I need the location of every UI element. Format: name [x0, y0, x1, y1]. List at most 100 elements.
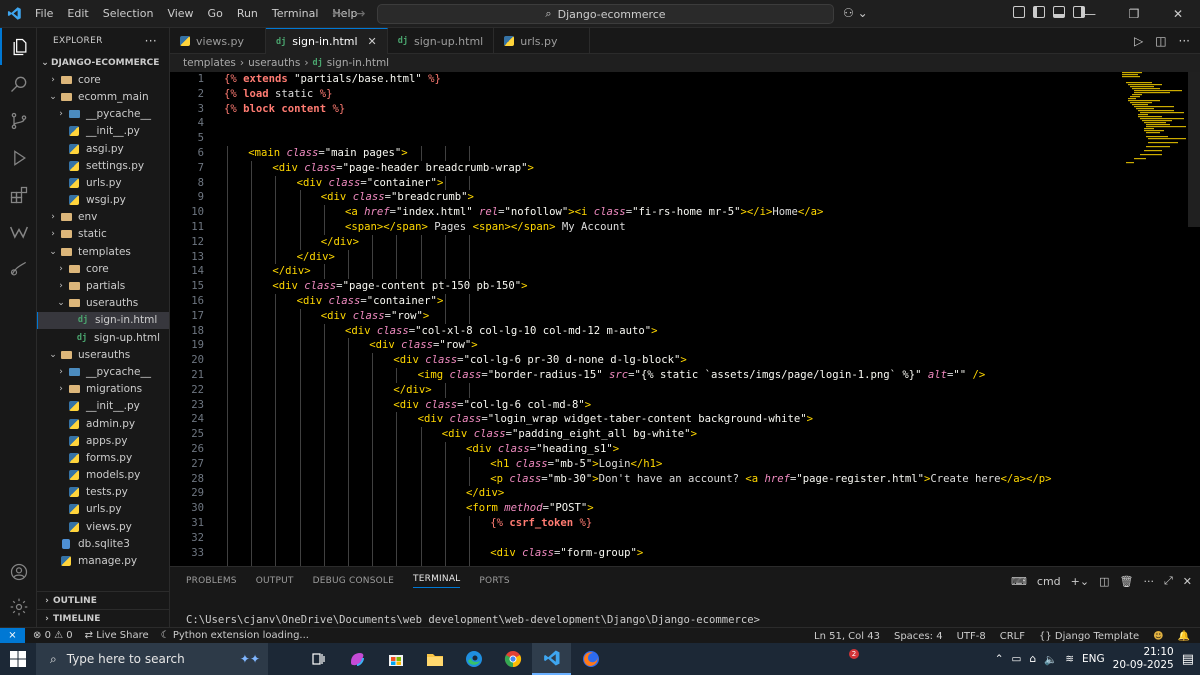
close-tab-icon[interactable]: ✕	[368, 35, 377, 48]
wifi-icon[interactable]: ≋	[1065, 653, 1074, 665]
back-arrow-icon[interactable]: ←	[332, 6, 344, 22]
restore-icon[interactable]: ❐	[1112, 0, 1156, 28]
code-line[interactable]: 18 <div class="col-xl-8 col-lg-10 col-md-…	[170, 323, 1110, 339]
code-line[interactable]: 30 <form method="POST">	[170, 501, 1110, 516]
tree-item[interactable]: › migrations	[37, 381, 169, 398]
editor-scrollbar[interactable]	[1188, 72, 1200, 227]
firefox-icon[interactable]	[571, 643, 610, 675]
customize-layout-icon[interactable]	[1013, 6, 1025, 18]
line-ending[interactable]: CRLF	[1000, 631, 1025, 642]
code-line[interactable]: 5	[170, 131, 1110, 146]
tree-item[interactable]: › __pycache__	[37, 106, 169, 123]
more-editor-actions-icon[interactable]: ···	[1179, 34, 1190, 48]
code-line[interactable]: 12 </div>	[170, 234, 1110, 250]
code-line[interactable]: 26 <div class="heading_s1">	[170, 442, 1110, 457]
toggle-panel-icon[interactable]	[1053, 6, 1065, 18]
panel-tab-output[interactable]: OUTPUT	[256, 576, 294, 586]
code-line[interactable]: 33 <div class="form-group">	[170, 545, 1110, 561]
encoding[interactable]: UTF-8	[957, 631, 986, 642]
file-explorer-icon[interactable]	[415, 643, 454, 675]
show-hidden-icons-icon[interactable]: ⌃	[995, 653, 1004, 665]
split-editor-icon[interactable]: ◫	[1155, 34, 1166, 48]
tree-item[interactable]: › core	[37, 260, 169, 277]
clock[interactable]: 21:10 20-09-2025	[1113, 646, 1174, 672]
copilot-icon[interactable]: ⚇ ⌄	[843, 6, 868, 20]
toggle-sidebar-icon[interactable]	[1033, 6, 1045, 18]
tree-item[interactable]: views.py	[37, 518, 169, 535]
taskbar-search-box[interactable]: ⌕ Type here to search ✦✦	[36, 643, 268, 675]
code-line[interactable]: 19 <div class="row">	[170, 338, 1110, 354]
tree-item[interactable]: models.py	[37, 467, 169, 484]
account-icon[interactable]	[0, 553, 37, 590]
network-icon[interactable]: ⌂	[1029, 653, 1036, 665]
tab-sign-in-html[interactable]: dj sign-in.html ✕	[266, 28, 388, 54]
more-panel-actions-icon[interactable]: ···	[1143, 575, 1154, 588]
menu-item-view[interactable]: View	[160, 0, 200, 28]
tree-item[interactable]: settings.py	[37, 157, 169, 174]
code-line[interactable]: 20 <div class="col-lg-6 pr-30 d-none d-lg…	[170, 353, 1110, 368]
code-line[interactable]: 32	[170, 531, 1110, 546]
settings-gear-icon[interactable]	[0, 588, 37, 625]
tree-item[interactable]: manage.py	[37, 552, 169, 569]
search-sidebar-icon[interactable]	[0, 65, 37, 102]
tree-item[interactable]: db.sqlite3	[37, 535, 169, 552]
code-line[interactable]: 15 <div class="page-content pt-150 pb-150…	[170, 279, 1110, 294]
tree-item[interactable]: ⌄ ecomm_main	[37, 88, 169, 105]
close-panel-icon[interactable]: ✕	[1183, 575, 1192, 588]
copilot-app-icon[interactable]	[337, 643, 376, 675]
tab-views-py[interactable]: views.py	[170, 28, 266, 54]
code-line[interactable]: 29 </div>	[170, 486, 1110, 502]
panel-tab-terminal[interactable]: TERMINAL	[413, 574, 461, 588]
tree-item[interactable]: forms.py	[37, 449, 169, 466]
battery-icon[interactable]: ▭	[1012, 653, 1022, 665]
code-line[interactable]: 7 <div class="page-header breadcrumb-wrap…	[170, 160, 1110, 176]
remote-indicator-icon[interactable]: ⨯	[0, 627, 25, 644]
more-actions-icon[interactable]: ···	[145, 34, 157, 48]
panel-tab-debug-console[interactable]: DEBUG CONSOLE	[313, 576, 394, 586]
tree-item[interactable]: admin.py	[37, 415, 169, 432]
code-line[interactable]: 17 <div class="row">	[170, 308, 1110, 324]
tree-item[interactable]: apps.py	[37, 432, 169, 449]
explorer-icon[interactable]	[0, 28, 37, 65]
tree-item[interactable]: urls.py	[37, 174, 169, 191]
run-icon[interactable]: ▷	[1134, 34, 1143, 48]
tree-item[interactable]: __init__.py	[37, 398, 169, 415]
maximize-panel-icon[interactable]: ⤢	[1164, 574, 1173, 588]
timeline-section[interactable]: › TIMELINE	[37, 609, 169, 627]
minimap[interactable]	[1120, 72, 1186, 192]
tree-item[interactable]: wsgi.py	[37, 192, 169, 209]
copilot-status-icon[interactable]: ☻	[1153, 631, 1163, 642]
menu-item-selection[interactable]: Selection	[96, 0, 161, 28]
breadcrumb-item[interactable]: sign-in.html	[327, 57, 389, 69]
minimize-icon[interactable]: —	[1068, 0, 1112, 28]
breadcrumb-item[interactable]: userauths	[248, 57, 300, 69]
tree-item[interactable]: ⌄ templates	[37, 243, 169, 260]
new-terminal-icon[interactable]: +⌄	[1071, 575, 1089, 588]
indentation[interactable]: Spaces: 4	[894, 631, 943, 642]
language-indicator[interactable]: ENG	[1082, 653, 1105, 665]
terminal-shell-icon[interactable]: ⌨	[1011, 575, 1027, 588]
terminal-shell-label[interactable]: cmd	[1037, 575, 1061, 588]
notifications-icon[interactable]: 🔔	[1178, 631, 1190, 642]
code-line[interactable]: 21 <img class="border-radius-15" src="{% …	[170, 368, 1110, 383]
terminal-prompt[interactable]: C:\Users\cjanv\OneDrive\Documents\web de…	[186, 614, 760, 626]
tree-item[interactable]: dj sign-up.html	[37, 329, 169, 346]
code-line[interactable]: 1 {% extends "partials/base.html" %}	[170, 72, 1110, 87]
vscode-taskbar-icon[interactable]	[532, 643, 571, 675]
tree-item[interactable]: urls.py	[37, 501, 169, 518]
split-terminal-icon[interactable]: ◫	[1099, 575, 1109, 588]
workspace-root[interactable]: ⌄ DJANGO-ECOMMERCE	[37, 54, 169, 71]
live-share-status[interactable]: ⇄ Live Share	[85, 630, 149, 641]
chrome-browser-icon[interactable]	[493, 643, 532, 675]
code-line[interactable]: 13 </div>	[170, 249, 1110, 265]
forward-arrow-icon[interactable]: →	[354, 6, 366, 22]
code-line[interactable]: 10 <a href="index.html" rel="nofollow"><i…	[170, 205, 1110, 220]
code-line[interactable]: 2 {% load static %}	[170, 86, 1110, 102]
breadcrumb-item[interactable]: templates	[183, 57, 236, 69]
tree-item[interactable]: ⌄ userauths	[37, 346, 169, 363]
code-line[interactable]: 28 <p class="mb-30">Don't have an account…	[170, 471, 1110, 487]
menu-item-terminal[interactable]: Terminal	[265, 0, 326, 28]
language-mode[interactable]: {} Django Template	[1039, 631, 1139, 642]
kill-terminal-icon[interactable]: 🗑	[1120, 575, 1134, 588]
code-line[interactable]: 6 <main class="main pages">	[170, 146, 1110, 161]
